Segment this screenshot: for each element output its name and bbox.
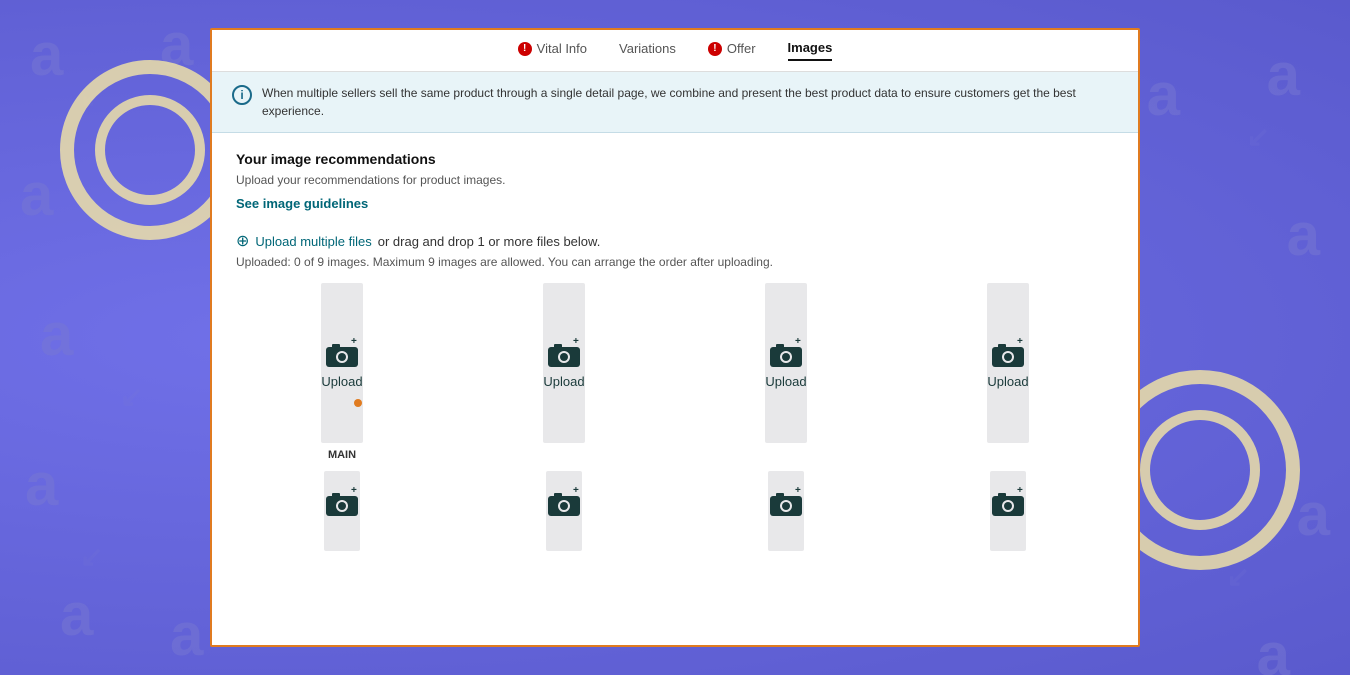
bg-letter: a bbox=[40, 300, 73, 369]
tab-bar: ! Vital Info Variations ! Offer Images bbox=[212, 30, 1138, 72]
upload-label-1: Upload bbox=[321, 374, 362, 389]
orange-dot-1 bbox=[354, 399, 362, 407]
camera-icon-6: + bbox=[546, 487, 582, 517]
bg-letter: a bbox=[1147, 60, 1180, 129]
page-content: i When multiple sellers sell the same pr… bbox=[212, 72, 1138, 645]
upload-header: ⊕ Upload multiple files or drag and drop… bbox=[236, 231, 1114, 251]
spiral-decoration-right-inner bbox=[1140, 410, 1260, 530]
camera-icon-wrap-1: + Upload bbox=[321, 338, 362, 389]
offer-error-icon: ! bbox=[708, 42, 722, 56]
svg-text:+: + bbox=[351, 487, 357, 496]
image-slot-wrapper-4: + Upload bbox=[902, 283, 1114, 461]
slot-label-main: MAIN bbox=[328, 449, 356, 461]
see-guidelines-link[interactable]: See image guidelines bbox=[236, 196, 368, 211]
vital-info-error-icon: ! bbox=[518, 42, 532, 56]
image-slot-wrapper-1: + Upload MAIN bbox=[236, 283, 448, 461]
image-slot-wrapper-7: + bbox=[680, 471, 892, 551]
info-banner: i When multiple sellers sell the same pr… bbox=[212, 72, 1138, 133]
image-slot-wrapper-5: + bbox=[236, 471, 448, 551]
image-slot-4[interactable]: + Upload bbox=[987, 283, 1028, 443]
camera-icon-2: + bbox=[546, 338, 582, 368]
upload-label-2: Upload bbox=[543, 374, 584, 389]
bg-amazon-icon: ↙ bbox=[1247, 120, 1270, 153]
camera-icon-3: + bbox=[768, 338, 804, 368]
bg-letter: a bbox=[1297, 480, 1330, 549]
svg-text:+: + bbox=[573, 487, 579, 496]
upload-multiple-link[interactable]: Upload multiple files bbox=[255, 234, 371, 249]
bg-amazon-icon: ↙ bbox=[120, 380, 143, 413]
image-recommendations-section: Your image recommendations Upload your r… bbox=[212, 133, 1138, 231]
svg-text:+: + bbox=[573, 338, 579, 347]
camera-icon-wrap-6: + bbox=[546, 487, 582, 517]
main-card: ! Vital Info Variations ! Offer Images i… bbox=[210, 28, 1140, 647]
image-slot-wrapper-6: + bbox=[458, 471, 670, 551]
camera-icon-8: + bbox=[990, 487, 1026, 517]
camera-icon-wrap-7: + bbox=[768, 487, 804, 517]
section-title: Your image recommendations bbox=[236, 151, 1114, 167]
bg-letter: a bbox=[170, 600, 203, 669]
tab-variations-label: Variations bbox=[619, 41, 676, 56]
bg-letter: a bbox=[1257, 620, 1290, 675]
tab-images-label: Images bbox=[788, 40, 833, 55]
image-grid-row2: + + bbox=[236, 471, 1114, 551]
camera-icon-1: + bbox=[324, 338, 360, 368]
camera-icon-wrap-4: + Upload bbox=[987, 338, 1028, 389]
image-slot-wrapper-3: + Upload bbox=[680, 283, 892, 461]
upload-section: ⊕ Upload multiple files or drag and drop… bbox=[212, 231, 1138, 569]
image-grid-row1: + Upload MAIN bbox=[236, 283, 1114, 461]
info-icon: i bbox=[232, 85, 252, 105]
camera-icon-5: + bbox=[324, 487, 360, 517]
camera-icon-wrap-2: + Upload bbox=[543, 338, 584, 389]
image-slot-2[interactable]: + Upload bbox=[543, 283, 584, 443]
camera-icon-4: + bbox=[990, 338, 1026, 368]
info-banner-text: When multiple sellers sell the same prod… bbox=[262, 84, 1118, 120]
camera-icon-wrap-5: + bbox=[324, 487, 360, 517]
svg-text:+: + bbox=[795, 338, 801, 347]
image-slot-wrapper-8: + bbox=[902, 471, 1114, 551]
tab-images[interactable]: Images bbox=[788, 40, 833, 61]
bg-amazon-icon: ↙ bbox=[80, 540, 103, 573]
bg-letter: a bbox=[30, 20, 63, 89]
image-slot-3[interactable]: + Upload bbox=[765, 283, 806, 443]
upload-count-text: Uploaded: 0 of 9 images. Maximum 9 image… bbox=[236, 255, 1114, 269]
image-slot-6[interactable]: + bbox=[546, 471, 582, 551]
tab-offer-label: Offer bbox=[727, 41, 756, 56]
image-slot-5[interactable]: + bbox=[324, 471, 360, 551]
svg-text:+: + bbox=[1017, 338, 1023, 347]
tab-vital-info[interactable]: ! Vital Info bbox=[518, 41, 587, 60]
upload-label-3: Upload bbox=[765, 374, 806, 389]
tab-variations[interactable]: Variations bbox=[619, 41, 676, 60]
upload-label-4: Upload bbox=[987, 374, 1028, 389]
plus-circle-icon: ⊕ bbox=[236, 231, 249, 251]
svg-text:+: + bbox=[351, 338, 357, 347]
camera-icon-7: + bbox=[768, 487, 804, 517]
svg-text:+: + bbox=[1017, 487, 1023, 496]
bg-letter: a bbox=[60, 580, 93, 649]
image-slot-wrapper-2: + Upload bbox=[458, 283, 670, 461]
spiral-decoration-left-inner bbox=[95, 95, 205, 205]
svg-text:+: + bbox=[795, 487, 801, 496]
bg-letter: a bbox=[20, 160, 53, 229]
image-slot-8[interactable]: + bbox=[990, 471, 1026, 551]
bg-letter: a bbox=[1267, 40, 1300, 109]
tab-offer[interactable]: ! Offer bbox=[708, 41, 756, 60]
image-slot-1[interactable]: + Upload bbox=[321, 283, 362, 443]
camera-icon-wrap-8: + bbox=[990, 487, 1026, 517]
image-slot-7[interactable]: + bbox=[768, 471, 804, 551]
bg-letter: a bbox=[25, 450, 58, 519]
section-subtitle: Upload your recommendations for product … bbox=[236, 173, 1114, 187]
drag-drop-text: or drag and drop 1 or more files below. bbox=[378, 234, 601, 249]
tab-vital-info-label: Vital Info bbox=[537, 41, 587, 56]
camera-icon-wrap-3: + Upload bbox=[765, 338, 806, 389]
bg-letter: a bbox=[1287, 200, 1320, 269]
